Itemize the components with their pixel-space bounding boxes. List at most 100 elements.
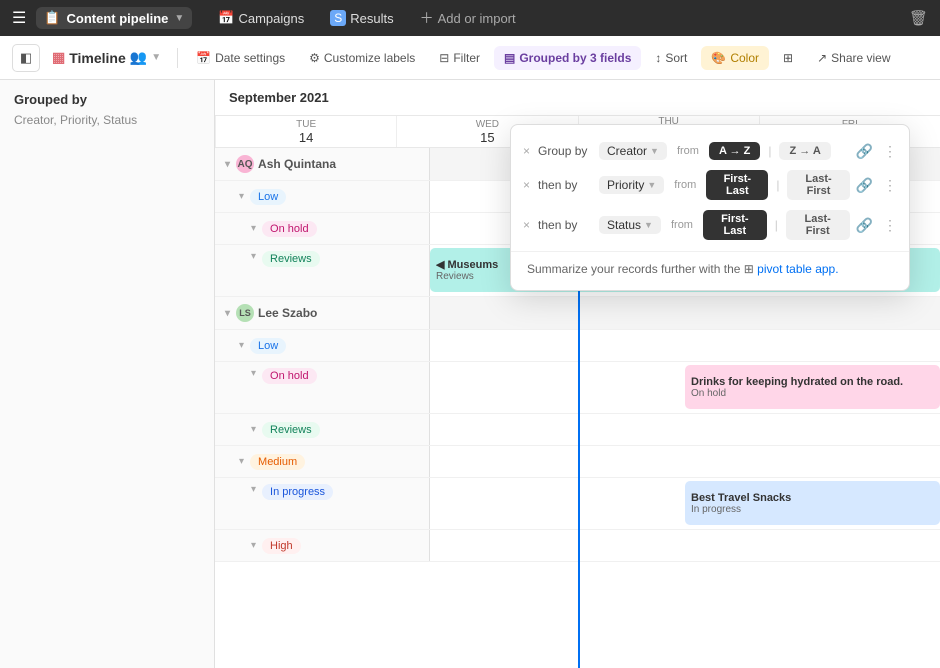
share-icon: ↗ — [817, 51, 827, 65]
chevron-down-icon: ▾ — [225, 159, 230, 170]
group-by-row-status: × then by Status ▼ from First-Last | Las… — [511, 205, 909, 245]
trash-icon[interactable]: 🗑 — [905, 5, 932, 31]
toolbar-divider — [177, 48, 178, 68]
tab-results[interactable]: S Results — [318, 4, 405, 32]
nav-tabs: 📅 Campaigns S Results ＋ Add or import — [206, 4, 527, 32]
sort-z-a-btn[interactable]: Z → A — [779, 142, 830, 160]
sort-last-first-btn-2[interactable]: Last-First — [786, 210, 850, 240]
app-title[interactable]: 📋 Content pipeline ▼ — [36, 7, 192, 29]
priority-row-low[interactable]: ▾ Low — [215, 181, 430, 212]
table-icon-btn[interactable]: ⊞ — [773, 46, 803, 70]
view-selector[interactable]: ▦ Timeline 👥 ▼ — [44, 45, 169, 70]
priority-field-select[interactable]: Priority ▼ — [599, 176, 664, 194]
link-icon[interactable]: 🔗 — [856, 217, 873, 234]
main-area: Grouped by Creator, Priority, Status Sep… — [0, 80, 940, 668]
sort-first-last-btn-2[interactable]: First-Last — [703, 210, 767, 240]
status-row-reviews[interactable]: ▾ Reviews — [215, 245, 430, 296]
campaigns-icon: 📅 — [218, 10, 234, 26]
app-emoji: 📋 — [44, 10, 60, 26]
priority-row-low-2[interactable]: ▾ Low — [215, 330, 430, 361]
creator-field-select[interactable]: Creator ▼ — [599, 142, 667, 160]
chevron-down-icon: ▾ — [239, 191, 244, 202]
month-label: September 2021 — [229, 90, 329, 105]
sort-btn[interactable]: ↕ Sort — [645, 46, 697, 70]
people-icon: 👥 — [130, 49, 147, 66]
person-row-ash[interactable]: ▾ AQ Ash Quintana — [215, 148, 430, 180]
group-by-row-priority: × then by Priority ▼ from First-Last | L… — [511, 165, 909, 205]
day-tue: Tue 14 — [215, 116, 396, 147]
status-row-in-progress[interactable]: ▾ In progress — [215, 478, 430, 529]
table-icon: ⊞ — [783, 51, 793, 65]
chevron-down-icon: ▾ — [251, 540, 256, 551]
chevron-down-icon: ▼ — [650, 146, 659, 156]
filter-btn[interactable]: ⊟ Filter — [429, 46, 490, 70]
menu-icon[interactable]: ☰ — [8, 4, 30, 32]
chevron-down-icon: ▾ — [251, 223, 256, 234]
grouped-by-label: Grouped by — [14, 92, 200, 107]
share-view-btn[interactable]: ↗ Share view — [807, 46, 900, 70]
row-cells — [430, 330, 940, 362]
row-cells: Best Travel Snacks In progress — [430, 478, 940, 529]
pivot-icon: ⊞ — [744, 262, 757, 276]
chevron-down-icon: ▾ — [251, 484, 256, 495]
row-cells — [430, 530, 940, 562]
add-import-btn[interactable]: ＋ Add or import — [408, 4, 528, 32]
date-icon: 📅 — [196, 51, 211, 65]
sort-last-first-btn[interactable]: Last-First — [787, 170, 849, 200]
status-row-on-hold[interactable]: ▾ On hold — [215, 213, 430, 244]
priority-row-high[interactable]: ▾ High — [215, 530, 430, 561]
avatar: AQ — [236, 155, 254, 173]
more-icon[interactable]: ⋮ — [883, 217, 897, 234]
more-icon[interactable]: ⋮ — [883, 143, 897, 160]
close-icon[interactable]: × — [523, 144, 530, 158]
chevron-down-icon: ▼ — [151, 52, 161, 63]
color-btn[interactable]: 🎨 Color — [701, 46, 769, 70]
row-cells — [430, 297, 940, 329]
link-icon[interactable]: 🔗 — [856, 177, 873, 194]
more-icon[interactable]: ⋮ — [883, 177, 897, 194]
group-icon: ▤ — [504, 51, 515, 65]
month-header: September 2021 — [215, 80, 940, 116]
sidebar-toggle-btn[interactable]: ◧ — [12, 44, 40, 72]
sort-first-last-btn[interactable]: First-Last — [706, 170, 768, 200]
tab-campaigns[interactable]: 📅 Campaigns — [206, 4, 316, 32]
pivot-link[interactable]: pivot table app. — [757, 262, 838, 276]
pivot-note: Summarize your records further with the … — [511, 251, 909, 276]
date-settings-btn[interactable]: 📅 Date settings — [186, 46, 295, 70]
chevron-down-icon: ▾ — [239, 340, 244, 351]
chevron-down-icon: ▾ — [251, 251, 256, 262]
app-title-label: Content pipeline — [67, 11, 169, 26]
chevron-down-icon: ▼ — [647, 180, 656, 190]
timeline-bar-travel-snacks[interactable]: Best Travel Snacks In progress — [685, 481, 940, 525]
close-icon[interactable]: × — [523, 178, 530, 192]
top-nav: ☰ 📋 Content pipeline ▼ 📅 Campaigns S Res… — [0, 0, 940, 36]
filter-icon: ⊟ — [439, 51, 449, 65]
chevron-down-icon: ▾ — [225, 308, 230, 319]
person-row-lee[interactable]: ▾ LS Lee Szabo — [215, 297, 430, 329]
link-icon[interactable]: 🔗 — [856, 143, 873, 160]
toolbar: ◧ ▦ Timeline 👥 ▼ 📅 Date settings ⚙ Custo… — [0, 36, 940, 80]
label-icon: ⚙ — [309, 51, 320, 65]
sort-icon: ↕ — [655, 51, 661, 65]
status-row-reviews-2[interactable]: ▾ Reviews — [215, 414, 430, 445]
sort-a-z-btn[interactable]: A → Z — [709, 142, 760, 160]
chevron-down-icon: ▾ — [251, 424, 256, 435]
results-icon: S — [330, 10, 346, 26]
chevron-down-icon: ▾ — [239, 456, 244, 467]
priority-row-medium[interactable]: ▾ Medium — [215, 446, 430, 477]
group-by-row-creator: × Group by Creator ▼ from A → Z | Z → A … — [511, 137, 909, 165]
avatar: LS — [236, 304, 254, 322]
timeline-bar-drinks[interactable]: Drinks for keeping hydrated on the road.… — [685, 365, 940, 409]
sidebar-icon: ◧ — [20, 50, 32, 66]
chevron-down-icon: ▾ — [251, 368, 256, 379]
grouped-by-btn[interactable]: ▤ Grouped by 3 fields — [494, 46, 641, 70]
add-icon: ＋ — [420, 8, 434, 28]
grouped-by-dropdown: × Group by Creator ▼ from A → Z | Z → A … — [510, 124, 910, 291]
left-panel: Grouped by Creator, Priority, Status — [0, 80, 215, 668]
status-row-on-hold-2[interactable]: ▾ On hold — [215, 362, 430, 413]
customize-labels-btn[interactable]: ⚙ Customize labels — [299, 46, 425, 70]
status-field-select[interactable]: Status ▼ — [599, 216, 661, 234]
grouped-by-fields: Creator, Priority, Status — [14, 113, 200, 127]
chevron-down-icon: ▼ — [174, 13, 184, 24]
close-icon[interactable]: × — [523, 218, 530, 232]
